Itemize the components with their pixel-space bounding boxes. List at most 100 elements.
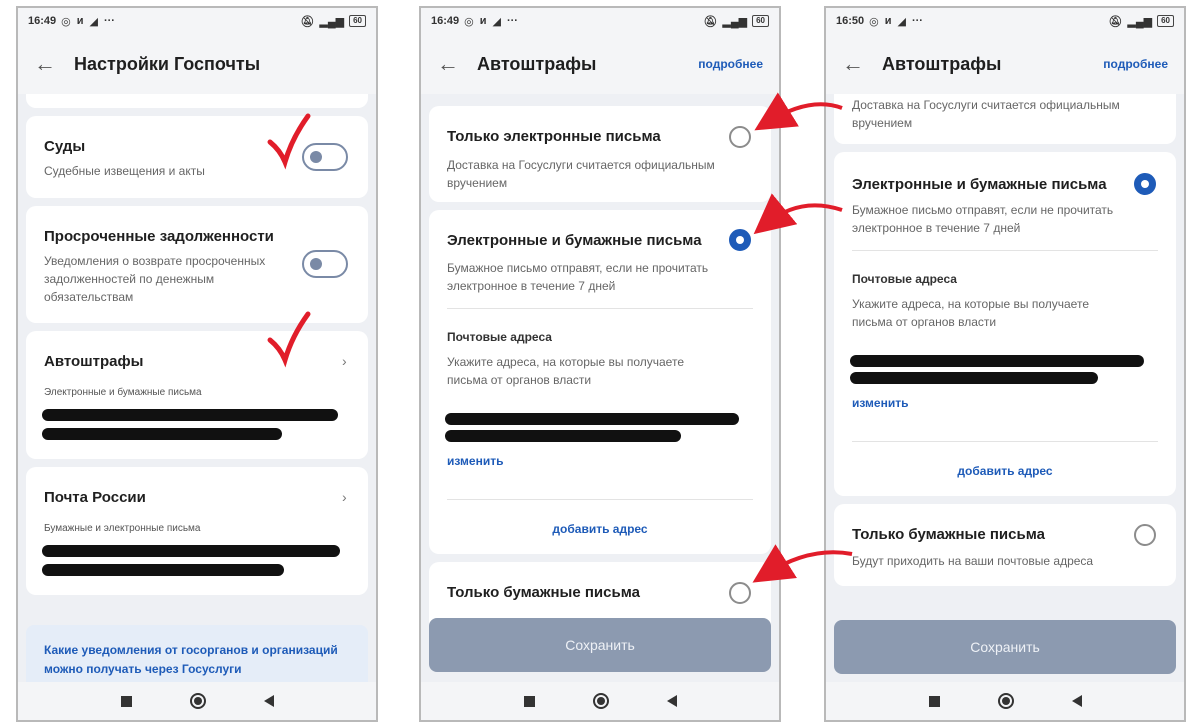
redacted-address xyxy=(850,355,1144,367)
change-address-link[interactable]: изменить xyxy=(852,396,908,410)
system-nav-bar xyxy=(826,682,1184,720)
recents-icon[interactable] xyxy=(928,695,940,707)
status-icon-letter: и xyxy=(76,15,84,27)
autofines-title: Автоштрафы xyxy=(44,353,144,370)
change-address-link[interactable]: изменить xyxy=(447,454,503,468)
radio-paper-only[interactable] xyxy=(1134,524,1156,546)
redacted-address xyxy=(445,430,681,442)
system-nav-bar xyxy=(18,682,376,720)
post-subtitle: Бумажные и электронные письма xyxy=(44,523,201,534)
option-paper-only[interactable]: Только бумажные письма Будут приходить н… xyxy=(834,504,1176,586)
redacted-address xyxy=(445,413,739,425)
option-paper-title: Только бумажные письма xyxy=(447,584,640,601)
debts-subtitle-line: обязательствам xyxy=(44,290,134,304)
info-banner[interactable]: Какие уведомления от госорганов и органи… xyxy=(26,625,368,682)
phone-screen-settings: 16:49 ◎ и ◢ ··· 🔕︎ ▂▄▆ 60 ← Настройки Го… xyxy=(16,6,378,722)
nav-back-icon[interactable] xyxy=(263,695,274,707)
save-button[interactable]: Сохранить xyxy=(834,620,1176,674)
status-time: 16:50 xyxy=(836,15,865,27)
card-autofines[interactable]: Автоштрафы › Электронные и бумажные пись… xyxy=(26,331,368,459)
mute-icon: 🔕︎ xyxy=(703,15,718,28)
addresses-sub: письма от органов власти xyxy=(852,315,997,329)
addresses-title: Почтовые адреса xyxy=(447,330,552,344)
back-arrow-icon[interactable]: ← xyxy=(842,51,882,77)
page-title: Автоштрафы xyxy=(882,53,1002,74)
home-icon[interactable] xyxy=(189,693,206,709)
post-title: Почта России xyxy=(44,489,146,506)
nav-back-icon[interactable] xyxy=(666,695,677,707)
option-electronic-only[interactable]: Только электронные письма Доставка на Го… xyxy=(429,106,771,202)
add-address-link[interactable]: добавить адрес xyxy=(834,464,1176,478)
option-electronic-and-paper[interactable]: Электронные и бумажные письма Бумажное п… xyxy=(429,210,771,554)
courts-subtitle: Судебные извещения и акты xyxy=(44,164,205,178)
delivery-options: Только электронные письма Доставка на Го… xyxy=(421,94,779,682)
card-partial-top xyxy=(26,94,368,108)
card-debts[interactable]: Просроченные задолженности Уведомления о… xyxy=(26,206,368,323)
info-banner-line: можно получать через Госуслуги xyxy=(44,662,242,676)
more-link[interactable]: подробнее xyxy=(698,57,763,71)
status-time: 16:49 xyxy=(431,15,460,27)
option-electronic-sub: Доставка на Госуслуги считается официаль… xyxy=(447,158,715,172)
home-icon[interactable] xyxy=(997,693,1014,709)
recents-icon[interactable] xyxy=(120,695,132,707)
app-bar: ← Автоштрафы подробнее xyxy=(421,34,779,94)
redacted-address xyxy=(42,564,284,576)
battery-icon: 60 xyxy=(752,15,769,27)
recents-icon[interactable] xyxy=(523,695,535,707)
option-paper-title: Только бумажные письма xyxy=(852,526,1045,543)
status-bar: 16:49 ◎ и ◢ ··· 🔕︎ ▂▄▆ 60 xyxy=(421,8,779,34)
debts-toggle[interactable] xyxy=(302,250,348,278)
nav-back-icon[interactable] xyxy=(1071,695,1082,707)
option-both-sub: электронное в течение 7 дней xyxy=(447,279,616,293)
option-electronic-sub: вручением xyxy=(852,116,913,130)
status-bar: 16:50 ◎ и ◢ ··· 🔕︎ ▂▄▆ 60 xyxy=(826,8,1184,34)
option-paper-sub: Будут приходить на ваши почтовые адреса xyxy=(852,554,1094,568)
whatsapp-icon: ◎ xyxy=(464,15,474,28)
telegram-icon: ◢ xyxy=(89,15,98,28)
option-electronic-sub: Доставка на Госуслуги считается официаль… xyxy=(852,98,1120,112)
radio-electronic-only[interactable] xyxy=(729,126,751,148)
option-both-sub: электронное в течение 7 дней xyxy=(852,221,1021,235)
courts-toggle[interactable] xyxy=(302,143,348,171)
addresses-sub: Укажите адреса, на которые вы получаете xyxy=(852,297,1089,311)
courts-title: Суды xyxy=(44,138,86,155)
back-arrow-icon[interactable]: ← xyxy=(437,51,477,77)
add-address-link[interactable]: добавить адрес xyxy=(429,522,771,536)
divider xyxy=(447,499,753,500)
status-bar: 16:49 ◎ и ◢ ··· 🔕︎ ▂▄▆ 60 xyxy=(18,8,376,34)
option-electronic-sub: вручением xyxy=(447,176,508,190)
status-icon-letter: и xyxy=(479,15,487,27)
info-banner-line: Какие уведомления от госорганов и органи… xyxy=(44,643,338,657)
mute-icon: 🔕︎ xyxy=(1108,15,1123,28)
home-icon[interactable] xyxy=(592,693,609,709)
mute-icon: 🔕︎ xyxy=(300,15,315,28)
system-nav-bar xyxy=(421,682,779,720)
app-bar: ← Настройки Госпочты xyxy=(18,34,376,94)
redacted-address xyxy=(42,545,340,557)
telegram-icon: ◢ xyxy=(897,15,906,28)
option-both-title: Электронные и бумажные письма xyxy=(852,176,1107,193)
more-link[interactable]: подробнее xyxy=(1103,57,1168,71)
autofines-subtitle: Электронные и бумажные письма xyxy=(44,387,202,398)
telegram-icon: ◢ xyxy=(492,15,501,28)
option-electronic-only-partial[interactable]: Доставка на Госуслуги считается официаль… xyxy=(834,94,1176,144)
signal-icon: ▂▄▆ xyxy=(1127,15,1153,28)
phone-screen-autofines: 16:49 ◎ и ◢ ··· 🔕︎ ▂▄▆ 60 ← Автоштрафы п… xyxy=(419,6,781,722)
radio-electronic-and-paper[interactable] xyxy=(729,229,751,251)
battery-icon: 60 xyxy=(349,15,366,27)
radio-paper-only[interactable] xyxy=(729,582,751,604)
status-more: ··· xyxy=(506,15,518,27)
whatsapp-icon: ◎ xyxy=(61,15,71,28)
divider xyxy=(852,441,1158,442)
page-title: Настройки Госпочты xyxy=(74,53,261,74)
whatsapp-icon: ◎ xyxy=(869,15,879,28)
save-button[interactable]: Сохранить xyxy=(429,618,771,672)
back-arrow-icon[interactable]: ← xyxy=(34,51,74,77)
option-electronic-and-paper[interactable]: Электронные и бумажные письма Бумажное п… xyxy=(834,152,1176,496)
debts-title: Просроченные задолженности xyxy=(44,228,274,245)
status-more: ··· xyxy=(911,15,923,27)
radio-electronic-and-paper[interactable] xyxy=(1134,173,1156,195)
card-russian-post[interactable]: Почта России › Бумажные и электронные пи… xyxy=(26,467,368,595)
status-icon-letter: и xyxy=(884,15,892,27)
card-courts[interactable]: Суды Судебные извещения и акты xyxy=(26,116,368,198)
